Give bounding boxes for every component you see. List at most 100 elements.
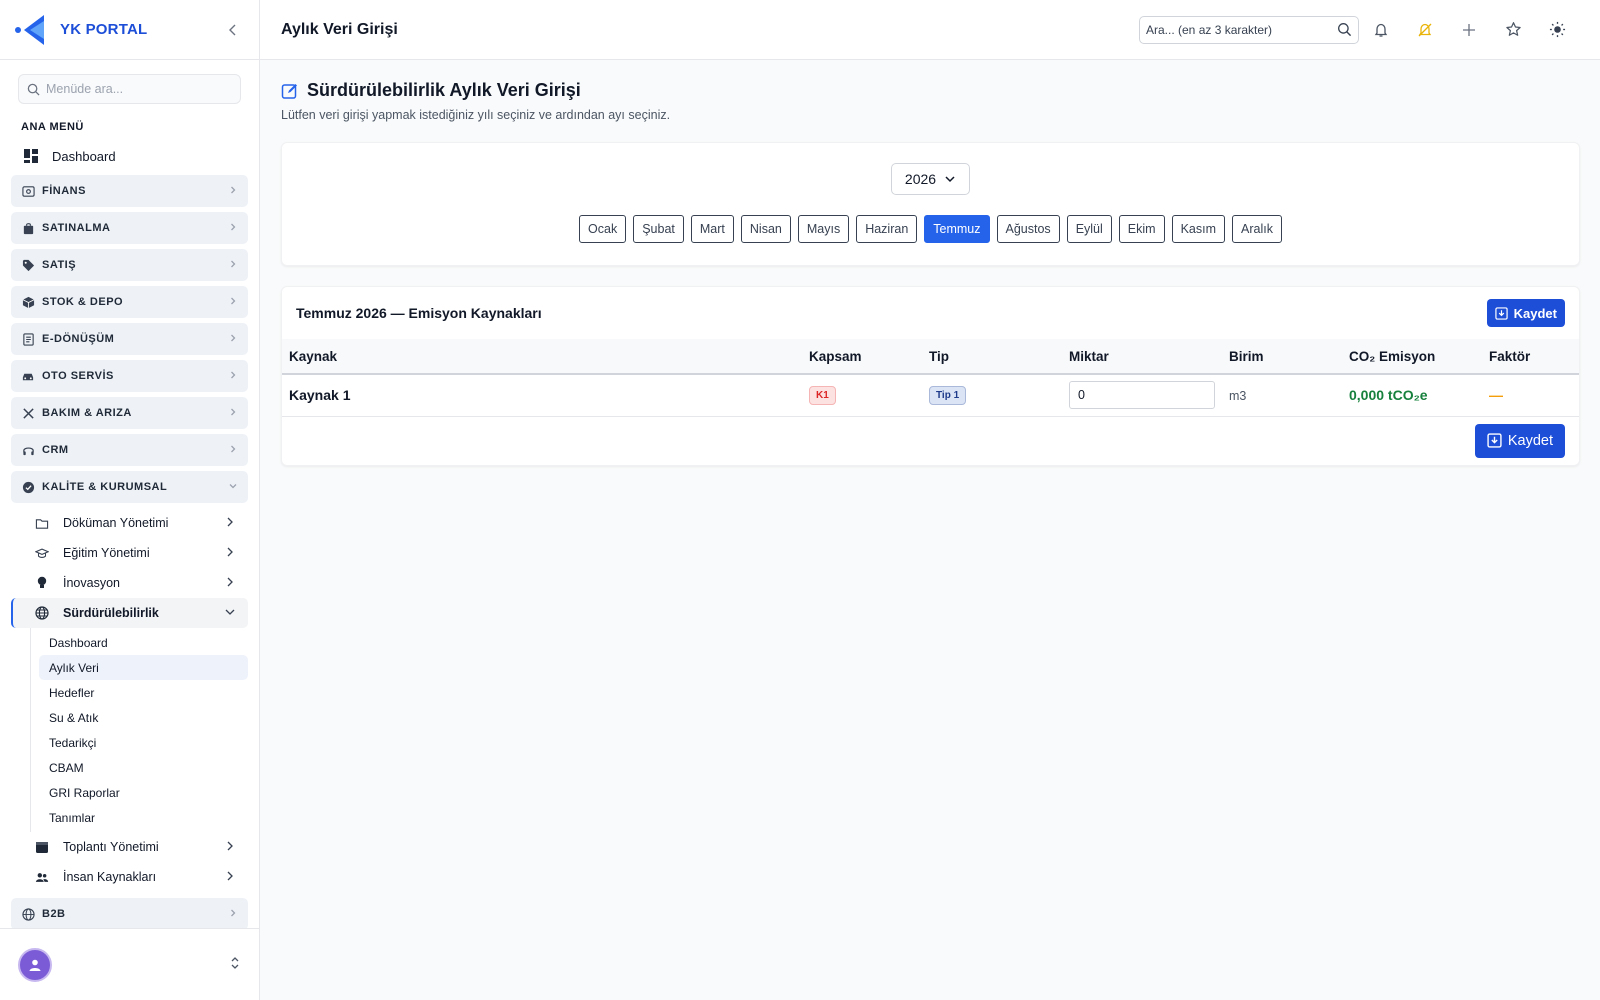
global-search[interactable] [1139,15,1359,44]
main-content: Sürdürülebilirlik Aylık Veri Girişi Lütf… [281,60,1580,466]
menu-search[interactable] [18,74,241,104]
sidebar-subitem-su-atik[interactable]: Su & Atık [31,705,248,730]
global-search-input[interactable] [1146,22,1337,37]
add-button[interactable] [1447,14,1491,46]
box-icon [21,295,35,309]
emission-value: 0,000 tCO₂e [1349,387,1428,404]
sidebar-group-satinalma[interactable]: SATINALMA [11,212,248,244]
globe-icon [21,907,35,921]
tools-icon [21,406,35,420]
bell-slash-icon [1418,23,1432,36]
sidebar-group-label: SATINALMA [42,222,111,234]
brand-logo-icon [14,13,50,47]
month-tab-nisan[interactable]: Nisan [740,215,791,243]
month-tab-aralik[interactable]: Aralık [1232,215,1282,243]
sustainability-submenu: Dashboard Aylık Veri Hedefler Su & Atık Teda… [30,628,259,832]
save-button[interactable]: Kaydet [1486,299,1565,327]
year-select[interactable]: 2026 [891,163,970,195]
brand-header: YK PORTAL [0,0,259,60]
sidebar-item-label: İnsan Kaynakları [63,870,157,884]
factor-value: — [1489,387,1503,404]
car-icon [21,369,35,383]
sidebar-item-toplanti-yonetimi[interactable]: Toplantı Yönetimi [11,832,248,862]
search-icon[interactable] [1337,22,1352,37]
edit-icon [281,83,297,99]
sidebar-item-dashboard[interactable]: Dashboard [0,141,259,171]
avatar[interactable] [18,947,52,982]
month-tab-ocak[interactable]: Ocak [579,215,627,243]
menu-search-input[interactable] [46,82,226,96]
sidebar-group-b2b[interactable]: B2B [11,898,248,930]
month-tab-temmuz[interactable]: Temmuz [924,215,990,243]
sidebar-group-kalite[interactable]: KALİTE & KURUMSAL [11,471,248,503]
sidebar-item-dokuman-yonetimi[interactable]: Döküman Yönetimi [11,508,248,538]
sidebar-subitem-tedarikci[interactable]: Tedarikçi [31,730,248,755]
sidebar-subitem-aylik-veri[interactable]: Aylık Veri [39,655,248,680]
page-header: Sürdürülebilirlik Aylık Veri Girişi [281,80,1580,101]
user-footer [0,928,259,1000]
sidebar-group-finans[interactable]: FİNANS [11,175,248,207]
sidebar-group-label: OTO SERVİS [42,370,114,382]
month-tabs: Ocak Şubat Mart Nisan Mayıs Haziran Temmuz Ağus… [579,215,1282,243]
chevron-right-icon [228,370,238,383]
sidebar-group-label: STOK & DEPO [42,296,124,308]
month-tab-agustos[interactable]: Ağustos [996,215,1060,243]
month-tab-haziran[interactable]: Haziran [856,215,918,243]
period-selector-card: 2026 Ocak Şubat Mart Nisan Mayıs Haziran Temmu… [281,142,1580,266]
chevron-right-icon [224,576,236,591]
sidebar-group-oto-servis[interactable]: OTO SERVİS [11,360,248,392]
graduation-cap-icon [35,546,49,560]
month-tab-ekim[interactable]: Ekim [1118,215,1165,243]
sidebar-subitem-tanimlar[interactable]: Tanımlar [31,805,248,830]
table-footer: Kaydet [282,417,1579,465]
quantity-input[interactable] [1069,381,1215,410]
month-tab-eylul[interactable]: Eylül [1066,215,1112,243]
sidebar-group-e-donusum[interactable]: E-DÖNÜŞÜM [11,323,248,355]
sidebar-subitem-gri-raporlar[interactable]: GRI Raporlar [31,780,248,805]
sidebar-item-surdurulebilirlik[interactable]: Sürdürülebilirlik [11,598,248,628]
sidebar-item-egitim-yonetimi[interactable]: Eğitim Yönetimi [11,538,248,568]
sidebar-collapse-button[interactable] [221,18,245,42]
sidebar-group-label: CRM [42,444,69,456]
chevron-right-icon [228,259,238,272]
user-menu-toggle[interactable] [229,956,241,973]
sidebar-subitem-dashboard[interactable]: Dashboard [31,630,248,655]
column-header-miktar: Miktar [1062,339,1222,375]
sidebar-item-label: Eğitim Yönetimi [63,546,150,560]
plus-icon [1463,23,1475,36]
column-header-faktor: Faktör [1482,339,1579,375]
chevron-down-icon [945,176,955,183]
sidebar-group-crm[interactable]: CRM [11,434,248,466]
save-icon [1487,433,1502,448]
sidebar-subitem-cbam[interactable]: CBAM [31,755,248,780]
page-title: Sürdürülebilirlik Aylık Veri Girişi [307,80,581,100]
unit-value: m3 [1229,388,1247,403]
chevron-right-icon [224,840,236,855]
sidebar-item-label: İnovasyon [63,576,120,590]
shield-check-icon [21,480,35,494]
sidebar-group-label: FİNANS [42,185,86,197]
sidebar-item-label: Toplantı Yönetimi [63,840,159,854]
sidebar-group-label: BAKIM & ARIZA [42,407,132,419]
bell-icon [1374,23,1388,37]
footer-save-button[interactable]: Kaydet [1474,423,1565,458]
chevron-down-icon [224,606,236,621]
sidebar-group-stok-depo[interactable]: STOK & DEPO [11,286,248,318]
sidebar-subitem-hedefler[interactable]: Hedefler [31,680,248,705]
sidebar-group-label: B2B [42,908,66,920]
sidebar-group-satis[interactable]: SATIŞ [11,249,248,281]
sidebar-group-bakim-ariza[interactable]: BAKIM & ARIZA [11,397,248,429]
month-tab-subat[interactable]: Şubat [633,215,684,243]
sidebar-group-label: KALİTE & KURUMSAL [42,481,168,493]
favorites-button[interactable] [1491,14,1535,46]
sidebar-item-inovasyon[interactable]: İnovasyon [11,568,248,598]
month-tab-mayis[interactable]: Mayıs [797,215,850,243]
chevron-right-icon [228,333,238,346]
sidebar-item-insan-kaynaklari[interactable]: İnsan Kaynakları [11,862,248,892]
month-tab-kasim[interactable]: Kasım [1171,215,1225,243]
theme-toggle-button[interactable] [1535,14,1579,46]
notifications-button[interactable] [1359,14,1403,46]
chevron-right-icon [228,908,238,921]
month-tab-mart[interactable]: Mart [690,215,734,243]
notifications-muted-button[interactable] [1403,14,1447,46]
